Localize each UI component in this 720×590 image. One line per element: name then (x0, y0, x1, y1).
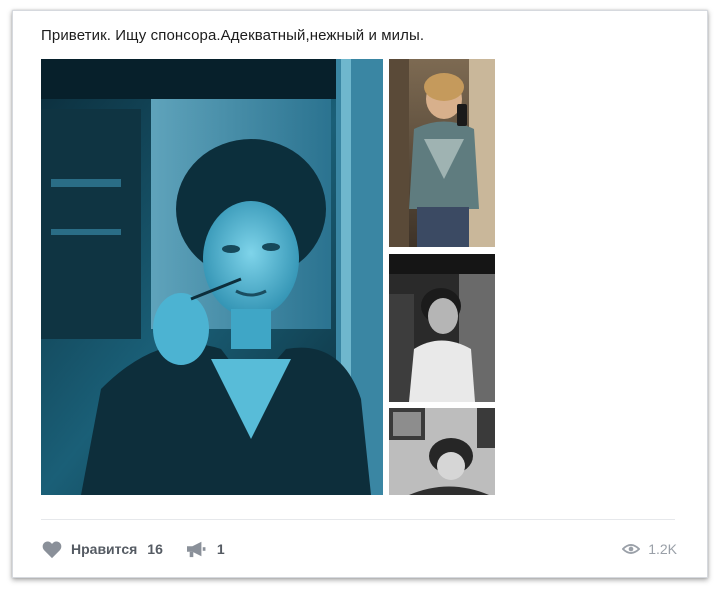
like-count: 16 (147, 541, 163, 557)
views-counter: 1.2K (622, 539, 677, 559)
megaphone-icon (185, 540, 207, 558)
divider (41, 519, 675, 520)
thumbnail-photo-1-image (389, 59, 495, 247)
post-text: Приветик. Ищу спонсора.Адекватный,нежный… (41, 27, 425, 44)
main-photo[interactable] (41, 59, 383, 495)
thumbnail-photo-3[interactable] (389, 408, 495, 495)
post-card: Приветик. Ищу спонсора.Адекватный,нежный… (12, 10, 708, 578)
like-button[interactable]: Нравится 16 (41, 539, 163, 559)
post-actions: Нравится 16 1 (41, 539, 225, 559)
heart-icon (41, 539, 63, 559)
eye-icon (622, 543, 641, 555)
thumbnail-photo-2-image (389, 254, 495, 402)
like-label: Нравится (71, 541, 138, 557)
thumbnail-photo-1[interactable] (389, 59, 495, 247)
share-button[interactable]: 1 (185, 540, 225, 558)
share-count: 1 (216, 541, 225, 557)
main-photo-image (41, 59, 383, 495)
views-count: 1.2K (648, 541, 677, 557)
thumbnail-photo-3-image (389, 408, 495, 495)
thumbnail-photo-2[interactable] (389, 254, 495, 402)
